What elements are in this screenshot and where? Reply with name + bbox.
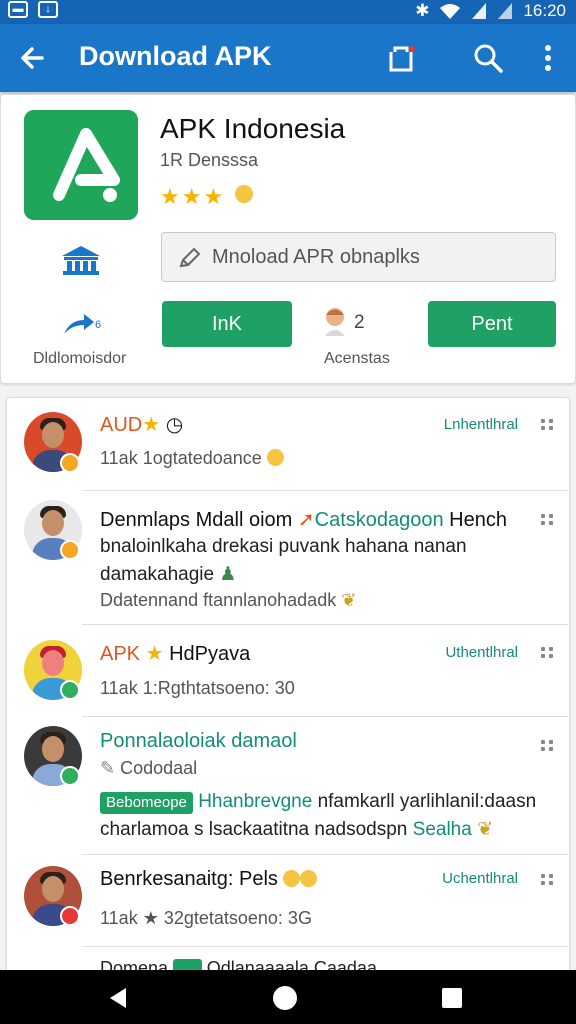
divider [82, 946, 568, 947]
review-title: Ponnalaoloiak damaol [100, 730, 297, 752]
emoji-icon [266, 449, 284, 466]
review-body: bnaloinlkaha drekasi puvank hahana nanan… [100, 536, 467, 585]
rent-button[interactable]: Pent [428, 301, 556, 347]
bank-icon[interactable] [60, 244, 102, 276]
divider [82, 716, 568, 717]
review-subtitle: 11ak 1:Rgthtatsoeno: 30 [100, 678, 295, 698]
review-subtitle: 11ak ★ 32gtetatsoeno: 3G [100, 908, 312, 928]
divider [82, 624, 568, 625]
divider [82, 854, 568, 855]
app-bar: Download APK [0, 24, 576, 92]
verified-badge [60, 453, 80, 473]
sim-icon: ▬ [8, 1, 28, 18]
person-icon: ♟ [219, 564, 237, 585]
search-text: Mnoload APR obnaplks [212, 246, 420, 268]
divider [82, 490, 568, 491]
edit-icon [179, 247, 201, 268]
review-title: Domena .... Odlanaaaala Caadaa [100, 958, 377, 970]
share-label: Dldlomoisdor [33, 350, 127, 367]
review-subtitle: Ddatennand ftannlanohadadk ❦ [100, 590, 357, 610]
review-subtitle: ✎ Cododaal [100, 758, 198, 778]
app-name: APK Indonesia [160, 113, 346, 144]
nav-home-icon[interactable] [273, 986, 297, 1010]
carrot-icon: ➚ [297, 509, 315, 531]
review-status: Lnhentlhral [443, 416, 518, 433]
pin-icon: ✎ [100, 758, 116, 778]
review-title: AUD★ ◷ [100, 414, 184, 436]
drag-handle-icon[interactable] [541, 419, 555, 431]
agent-avatar-icon [325, 308, 345, 336]
review-title: APK ★ HdPyava [100, 643, 251, 665]
more-vert-icon[interactable] [530, 40, 566, 76]
signal-icon [472, 3, 487, 19]
download-search-input[interactable]: Mnoload APR obnaplks [161, 232, 556, 282]
search-icon[interactable] [470, 40, 506, 76]
install-button[interactable]: InK [162, 301, 292, 347]
nav-back-icon[interactable] [106, 986, 130, 1010]
drag-handle-icon[interactable] [541, 514, 555, 526]
review-status: Uthentlhral [445, 644, 518, 661]
status-time: 16:20 [523, 1, 566, 20]
agent-label: Acenstas [324, 350, 390, 367]
leaf-icon: ❦ [341, 590, 357, 610]
verified-badge [60, 540, 80, 560]
review-tag[interactable]: Bebomeope [100, 792, 193, 814]
review-status: Uchentlhral [442, 870, 518, 887]
emoji-icon [300, 870, 318, 887]
drag-handle-icon[interactable] [541, 647, 555, 659]
verified-badge [60, 906, 80, 926]
drag-handle-icon[interactable] [541, 874, 555, 886]
smile-icon [235, 185, 254, 203]
leaf-icon: ❦ [477, 819, 494, 840]
verified-badge [60, 766, 80, 786]
status-bar: ▬ ↓ ✱ 16:20 [0, 0, 576, 24]
wifi-icon [440, 4, 461, 19]
review-title: Denmlaps Mdall oiom ➚Catskodagoon Hench [100, 509, 507, 531]
share-arrow-icon[interactable]: 6 [62, 310, 104, 336]
back-arrow-icon[interactable] [16, 40, 52, 76]
review-body: Bebomeope Hhanbrevgne nfamkarll yarlihla… [100, 791, 537, 840]
app-logo [24, 110, 138, 220]
clock-icon: ◷ [165, 414, 184, 436]
share-icon[interactable] [383, 40, 419, 76]
review-title: Benrkesanaitg: Pels [100, 868, 318, 891]
svg-text:6: 6 [95, 319, 101, 331]
verified-badge [60, 680, 80, 700]
signal-icon [498, 3, 513, 19]
drag-handle-icon[interactable] [541, 740, 555, 752]
review-subtitle: 11ak 1ogtatedoance [100, 448, 284, 469]
emoji-icon [283, 870, 301, 887]
agent-count: 2 [354, 312, 365, 333]
app-developer: 1R Densssa [160, 150, 259, 170]
nav-recents-icon[interactable] [442, 988, 462, 1008]
page-title: Download APK [79, 41, 272, 71]
rating-stars: ★★★ [160, 184, 254, 210]
download-icon: ↓ [38, 1, 58, 18]
system-nav-bar [0, 970, 576, 1024]
bluetooth-icon: ✱ [415, 1, 430, 20]
